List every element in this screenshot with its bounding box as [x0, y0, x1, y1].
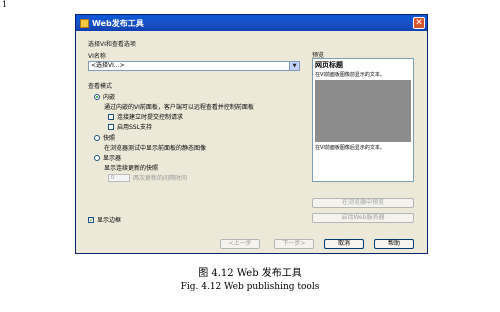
radio-monitor-dot[interactable] — [94, 154, 100, 161]
radio-embedded-dot[interactable] — [94, 93, 100, 100]
show-border-box[interactable]: ✓ — [88, 216, 94, 223]
vi-name-dropdown[interactable]: <选择VI...> ▼ — [88, 61, 300, 71]
preview-heading: 网页标题 — [315, 61, 343, 69]
show-border-checkbox[interactable]: ✓ 显示边框 — [88, 215, 121, 224]
preview-text-after: 在VI前面板图像后显示的文本。 — [315, 145, 385, 151]
view-mode-title: 查看模式 — [88, 83, 113, 90]
radio-embedded-label: 内嵌 — [103, 94, 116, 101]
enable-ssl-label: 启用SSL支持 — [117, 124, 152, 131]
radio-monitor-label: 显示器 — [103, 155, 122, 162]
update-interval-label: 两次更新的间隔时间 — [133, 175, 188, 182]
snapshot-description: 在浏览器测试中显示前面板的静态图像 — [104, 145, 207, 152]
update-interval-input[interactable]: 0 — [108, 173, 130, 182]
start-web-server-button[interactable]: 启动Web服务器 — [312, 213, 414, 223]
preview-pane: 网页标题 在VI前面板图像前显示的文本。 在VI前面板图像后显示的文本。 — [312, 58, 414, 182]
vi-name-value: <选择VI...> — [91, 62, 125, 69]
show-border-label: 显示边框 — [97, 217, 122, 224]
figure-caption-en: Fig. 4.12 Web publishing tools — [180, 282, 320, 292]
request-control-checkbox[interactable]: 连接建立时提交控制请求 — [108, 112, 183, 121]
radio-snapshot[interactable]: 快照 — [94, 133, 115, 142]
page-number: 1 — [2, 0, 8, 9]
enable-ssl-checkbox[interactable]: 启用SSL支持 — [108, 122, 152, 131]
enable-ssl-box[interactable] — [108, 123, 114, 130]
monitor-description: 显示连续更新的快照 — [104, 165, 159, 172]
preview-in-browser-button[interactable]: 在浏览器中预览 — [312, 198, 414, 208]
vi-section-title: 选择VI和查看选项 — [88, 41, 136, 48]
web-publishing-tool-dialog: Web发布工具 ✕ 选择VI和查看选项 VI名称 <选择VI...> ▼ 查看模… — [75, 14, 428, 254]
radio-snapshot-label: 快照 — [103, 135, 116, 142]
embedded-description: 通过内嵌的VI前面板，客户端可以远程查看并控制前面板 — [104, 104, 254, 111]
update-interval-row: 0 两次更新的间隔时间 — [108, 173, 187, 182]
next-button[interactable]: 下一步> — [274, 239, 314, 249]
request-control-label: 连接建立时提交控制请求 — [117, 114, 184, 121]
vi-name-label: VI名称 — [88, 53, 106, 60]
radio-snapshot-dot[interactable] — [94, 134, 100, 141]
figure-caption-cn: 图 4.12 Web 发布工具 — [198, 268, 302, 279]
chevron-down-icon[interactable]: ▼ — [289, 62, 299, 70]
preview-text-before: 在VI前面板图像前显示的文本。 — [315, 72, 385, 78]
app-icon — [80, 18, 89, 28]
radio-monitor[interactable]: 显示器 — [94, 153, 121, 162]
request-control-box[interactable] — [108, 113, 114, 120]
help-button[interactable]: 帮助 — [374, 239, 414, 249]
title-bar: Web发布工具 ✕ — [76, 15, 427, 31]
cancel-button[interactable]: 取消 — [324, 239, 364, 249]
prev-button[interactable]: <上一步 — [220, 239, 260, 249]
window-title: Web发布工具 — [92, 18, 144, 28]
close-button[interactable]: ✕ — [413, 17, 425, 29]
radio-embedded[interactable]: 内嵌 — [94, 92, 115, 101]
preview-panel-image — [315, 80, 411, 142]
